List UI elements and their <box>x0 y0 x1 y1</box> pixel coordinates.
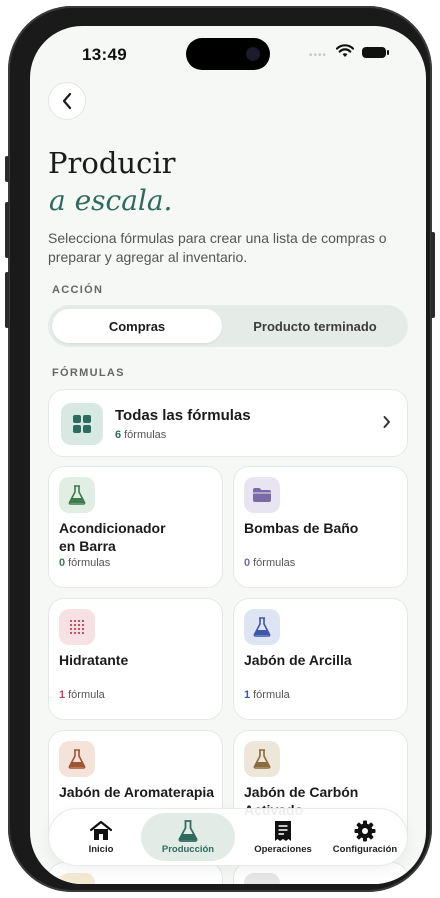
count-unit: fórmulas <box>68 557 111 569</box>
tab-inicio[interactable]: Inicio <box>57 813 145 861</box>
formula-card-bombas-de-bano[interactable]: Bombas de Baño 0 fórmulas <box>233 466 408 588</box>
grid-icon <box>61 403 103 445</box>
formula-name: Hidratante <box>59 652 129 668</box>
chevron-left-icon <box>62 92 72 110</box>
wifi-icon <box>336 44 354 57</box>
page-description: Selecciona fórmulas para crear una lista… <box>48 230 387 265</box>
formula-name: Bombas de Baño <box>244 520 359 536</box>
all-formulas-count: 6 fórmulas <box>115 429 166 441</box>
receipt-icon <box>275 820 291 841</box>
count-unit: fórmulas <box>253 557 296 569</box>
flask-icon <box>59 741 95 777</box>
formula-count: 0 fórmulas <box>244 557 295 569</box>
formula-name-line1: Acondicionador <box>59 520 166 536</box>
dots-icon <box>59 609 95 645</box>
all-formulas-card[interactable]: Todas las fórmulas 6 fórmulas <box>48 389 408 457</box>
section-label-action: ACCIÓN <box>52 284 104 296</box>
battery-icon <box>362 47 389 58</box>
home-icon <box>89 820 113 840</box>
tab-label: Producción <box>161 843 215 855</box>
gear-icon <box>354 820 376 841</box>
phone-frame: 13:49 •••• Producir a escala. Selecciona… <box>5 6 435 892</box>
status-bar: 13:49 •••• <box>30 26 426 82</box>
formula-name-line2: en Barra <box>59 538 116 554</box>
screen: 13:49 •••• Producir a escala. Selecciona… <box>30 26 426 884</box>
flask-icon <box>178 819 198 842</box>
mute-switch <box>5 156 9 182</box>
count-number: 0 <box>244 557 251 569</box>
count-number: 6 <box>115 429 122 441</box>
volume-down-button <box>5 272 9 328</box>
count-number: 1 <box>59 689 66 701</box>
signal-icon: •••• <box>309 50 328 61</box>
power-button <box>431 232 435 318</box>
formula-name: Jabón de Arcilla <box>244 652 352 668</box>
formula-count: 0 fórmulas <box>59 557 110 569</box>
all-formulas-name: Todas las fórmulas <box>115 407 251 424</box>
segment-compras[interactable]: Compras <box>52 309 222 343</box>
volume-up-button <box>5 202 9 258</box>
count-unit: fórmula <box>253 689 290 701</box>
flask-icon <box>244 741 280 777</box>
count-unit: fórmulas <box>124 429 167 441</box>
formula-name-line1: Jabón de Carbón <box>244 784 359 800</box>
formula-card-acondicionador[interactable]: Acondicionador en Barra 0 fórmulas <box>48 466 223 588</box>
page-title-accent: a escala. <box>49 184 173 217</box>
tab-configuracion[interactable]: Configuración <box>325 813 405 861</box>
chevron-right-icon <box>383 416 390 428</box>
count-number: 0 <box>59 557 66 569</box>
tab-produccion[interactable]: Producción <box>141 813 235 861</box>
dynamic-island <box>186 38 270 70</box>
flask-icon <box>244 873 280 884</box>
formula-name: Jabón de Aromaterapia <box>59 784 215 800</box>
tab-label: Configuración <box>332 843 398 855</box>
camera-icon <box>246 47 260 61</box>
folder-icon <box>59 873 95 884</box>
tab-label: Inicio <box>88 843 114 855</box>
tab-operaciones[interactable]: Operaciones <box>239 813 327 861</box>
segment-producto-terminado[interactable]: Producto terminado <box>226 309 404 343</box>
folder-icon <box>244 477 280 513</box>
flask-icon <box>244 609 280 645</box>
formula-card-hidratante[interactable]: Hidratante 1 fórmula <box>48 598 223 720</box>
formula-name: Acondicionador en Barra <box>59 519 166 555</box>
count-unit: fórmula <box>68 689 105 701</box>
tab-bar: Inicio Producción Operaciones Configurac… <box>48 808 408 866</box>
tab-label: Operaciones <box>254 843 312 855</box>
page-title: Producir <box>48 146 176 180</box>
back-button[interactable] <box>48 82 86 120</box>
formula-card-jabon-de-arcilla[interactable]: Jabón de Arcilla 1 fórmula <box>233 598 408 720</box>
action-segmented-control: Compras Producto terminado <box>48 305 408 347</box>
flask-icon <box>59 477 95 513</box>
count-number: 1 <box>244 689 251 701</box>
section-label-formulas: FÓRMULAS <box>52 367 125 379</box>
formula-count: 1 fórmula <box>244 689 290 701</box>
status-time: 13:49 <box>82 45 127 64</box>
formula-count: 1 fórmula <box>59 689 105 701</box>
